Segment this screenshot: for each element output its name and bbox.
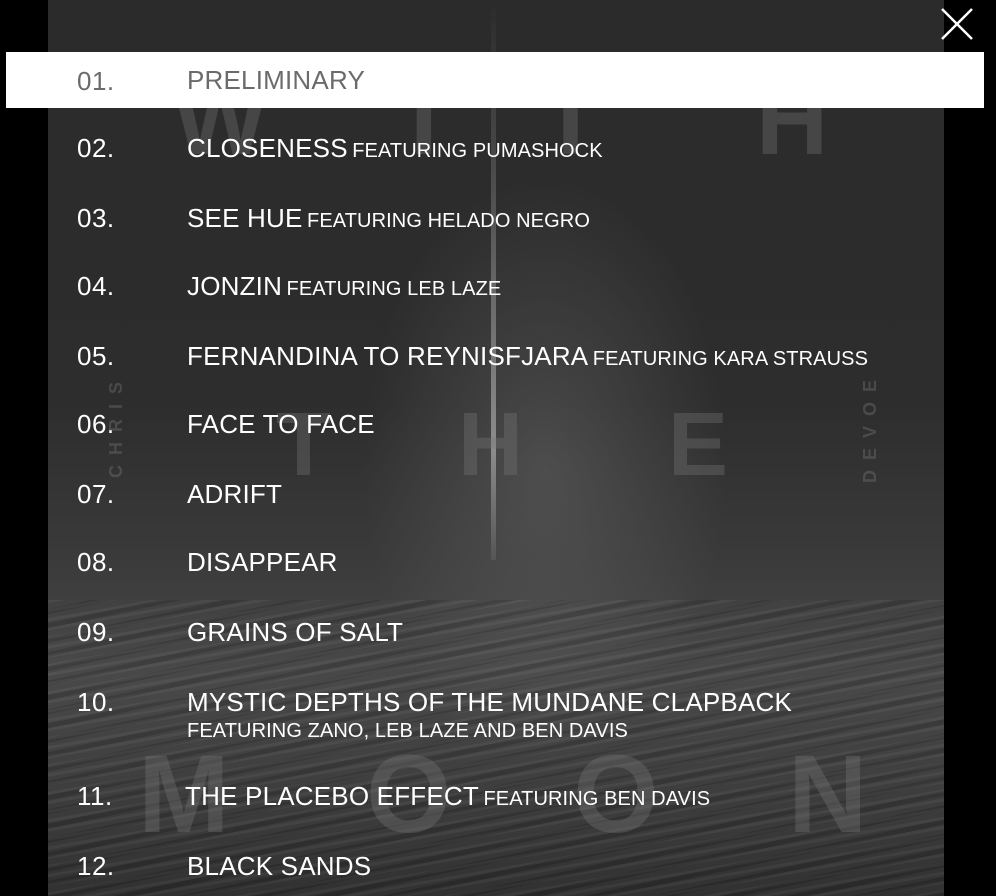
track-title: THE PLACEBO EFFECT FEATURING BEN DAVIS [185, 781, 945, 811]
track-number: 12. [77, 851, 115, 881]
track-list: 01. PRELIMINARY 02. CLOSENESS FEATURING … [0, 0, 996, 896]
track-featuring: FEATURING BEN DAVIS [483, 788, 711, 810]
track-number: 05. [77, 341, 115, 371]
track-number: 07. [77, 479, 115, 509]
track-name: SEE HUE [187, 203, 303, 233]
track-title: MYSTIC DEPTHS OF THE MUNDANE CLAPBACK FE… [187, 687, 947, 743]
track-title: SEE HUE FEATURING HELADO NEGRO [187, 203, 947, 233]
track-title: FERNANDINA TO REYNISFJARA FEATURING KARA… [187, 341, 977, 371]
tracklist-overlay: W I T H T H E M O O N CHRIS DEVOE 01. PR… [0, 0, 996, 896]
track-number: 02. [77, 133, 115, 163]
track-name: CLOSENESS [187, 133, 348, 163]
track-name: JONZIN [187, 271, 283, 301]
track-featuring: FEATURING KARA STRAUSS [592, 348, 869, 370]
track-title: FACE TO FACE [187, 409, 947, 439]
track-number: 03. [77, 203, 115, 233]
track-name: DISAPPEAR [187, 547, 338, 577]
track-name: BLACK SANDS [187, 851, 372, 881]
track-name: ADRIFT [187, 479, 283, 509]
track-title: PRELIMINARY [187, 65, 947, 95]
track-title: DISAPPEAR [187, 547, 947, 577]
track-number: 04. [77, 271, 115, 301]
track-title: CLOSENESS FEATURING PUMASHOCK [187, 133, 947, 163]
track-title: GRAINS OF SALT [187, 617, 947, 647]
track-number: 11. [77, 781, 113, 811]
track-row[interactable]: 01. PRELIMINARY [6, 52, 984, 108]
track-number: 08. [77, 547, 115, 577]
track-featuring: FEATURING ZANO, LEB LAZE AND BEN DAVIS [187, 720, 628, 742]
track-title: ADRIFT [187, 479, 947, 509]
track-title: BLACK SANDS [187, 851, 947, 881]
track-number: 06. [77, 409, 115, 439]
track-title: JONZIN FEATURING LEB LAZE [187, 271, 947, 301]
track-featuring: FEATURING LEB LAZE [286, 278, 502, 300]
track-number: 09. [77, 617, 115, 647]
track-featuring: FEATURING HELADO NEGRO [307, 210, 590, 232]
track-name: PRELIMINARY [187, 65, 365, 95]
track-name: GRAINS OF SALT [187, 617, 404, 647]
track-name: FACE TO FACE [187, 409, 375, 439]
track-featuring: FEATURING PUMASHOCK [352, 140, 603, 162]
track-name: MYSTIC DEPTHS OF THE MUNDANE CLAPBACK [187, 687, 793, 717]
track-number: 01. [77, 66, 115, 96]
track-number: 10. [77, 687, 115, 717]
track-name: THE PLACEBO EFFECT [185, 781, 479, 811]
track-name: FERNANDINA TO REYNISFJARA [187, 341, 589, 371]
